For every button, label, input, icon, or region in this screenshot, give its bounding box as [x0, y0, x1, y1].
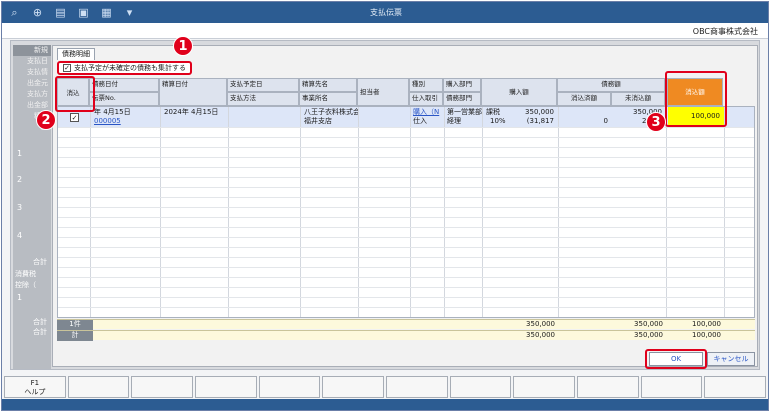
row-seisan-saki: 八王子衣料株式会 — [304, 108, 358, 116]
header-tantou: 担当者 — [357, 78, 409, 106]
bg-item: 出金元 — [27, 79, 48, 87]
function-key[interactable] — [577, 376, 639, 398]
header-jigyousho: 事業所名 — [299, 92, 357, 106]
bg-label: 消費税 — [15, 270, 36, 278]
bg-number: 3 — [17, 203, 23, 212]
callout-3: 3 — [646, 112, 666, 132]
footer-kounyu-gaku-total: 350,000 — [526, 331, 555, 339]
header-shiharai-houhou: 支払方法 — [227, 92, 299, 106]
function-key[interactable] — [704, 376, 767, 398]
footer-count-label: 1件 — [57, 320, 93, 330]
row-denpyo-no-link[interactable]: 000005 — [92, 117, 123, 126]
footer-saimu-gaku-total: 350,000 — [634, 331, 663, 339]
bg-number: 1 — [17, 293, 23, 302]
row-tax-rate: 10% — [490, 117, 506, 125]
row-tax-amount: (31,817 — [526, 117, 554, 125]
row-seisan-date: 2024年 4月15日 — [164, 108, 219, 116]
function-key[interactable] — [322, 376, 385, 398]
callout-1: 1 — [173, 36, 193, 56]
include-unconfirmed-label: 支払予定が未確定の債務も集計する — [74, 64, 186, 72]
status-bar — [2, 399, 768, 410]
header-saimu-gaku: 債務額 — [557, 78, 665, 92]
row-saimu-bumon: 経理 — [447, 117, 461, 125]
footer-count-row: 1件 350,000 350,000 100,000 — [57, 319, 755, 330]
function-key-bar: F1 ヘルプ — [2, 376, 768, 398]
callout-2: 2 — [36, 110, 56, 130]
row-keshikomi-zumi: 0 — [603, 117, 608, 125]
bg-number: 1 — [17, 149, 23, 158]
company-name: OBC商事株式会社 — [692, 27, 758, 36]
main-content: 新規 支払日 支払情 出金元 支払方 出金部 精算 摘 1 2 3 4 1 合計… — [10, 40, 760, 370]
function-key[interactable] — [513, 376, 576, 398]
bg-label: 控除（ — [15, 281, 36, 289]
function-key[interactable] — [195, 376, 257, 398]
bg-item: 支払情 — [27, 68, 48, 76]
header-seisan-date: 精算日付 — [159, 78, 227, 106]
function-key[interactable] — [258, 376, 321, 398]
footer-total-label: 計 — [57, 331, 93, 341]
footer-total-row: 計 350,000 350,000 100,000 — [57, 330, 755, 341]
ok-highlight-box — [645, 349, 707, 369]
bg-item: 支払方 — [27, 90, 48, 98]
header-shubetsu: 種別 — [409, 78, 443, 92]
header-saimu-date: 債務日付 — [89, 78, 159, 92]
tab-debt-detail[interactable]: 債務明細 — [57, 48, 95, 60]
cancel-button[interactable]: キャンセル — [707, 352, 755, 366]
function-key[interactable] — [67, 376, 130, 398]
bg-number: 4 — [17, 231, 23, 240]
bg-label: 合計 — [33, 328, 47, 336]
header-keshikomi-zumi: 消込済額 — [557, 92, 611, 106]
debt-table-body: ✓ 年 4月15日 000005 2024年 4月15日 八王子衣料株式会 福井… — [57, 106, 755, 318]
bg-item: 新規 — [13, 45, 51, 56]
keshikomi-gaku-highlight-box — [665, 71, 727, 127]
app-window: ⌕ ⊕ ▤ ▣ ▦ ▾ 支払伝票 OBC商事株式会社 新規 支払日 支払情 出金… — [1, 1, 769, 411]
bg-label: 合計 — [33, 318, 47, 326]
title-bar: ⌕ ⊕ ▤ ▣ ▦ ▾ 支払伝票 — [2, 2, 768, 23]
keshikomi-highlight-box — [55, 76, 95, 112]
footer-kounyu-gaku: 350,000 — [526, 320, 555, 328]
header-kounyu-bumon: 購入部門 — [443, 78, 481, 92]
row-shiire: 仕入 — [413, 117, 427, 125]
row-keshikomi-checkbox[interactable]: ✓ — [70, 113, 79, 122]
background-panel: 新規 支払日 支払情 出金元 支払方 出金部 精算 摘 1 2 3 4 1 合計… — [13, 45, 51, 369]
include-unconfirmed-option[interactable]: ✓ 支払予定が未確定の債務も集計する — [57, 61, 192, 75]
bg-label: 合計 — [33, 258, 47, 266]
header-mi-keshikomi: 未消込額 — [611, 92, 665, 106]
header-seisan-saki: 精算先名 — [299, 78, 357, 92]
row-saimu-date: 年 4月15日 — [94, 108, 131, 116]
row-kounyu-bumon: 第一営業部 — [447, 108, 482, 116]
bg-item: 支払日 — [27, 57, 48, 65]
footer-keshikomi-gaku-total: 100,000 — [692, 331, 721, 339]
function-key[interactable] — [449, 376, 512, 398]
function-key[interactable] — [640, 376, 703, 398]
row-tax-kind: 課税 — [486, 108, 500, 116]
header-saimu-bumon: 債務部門 — [443, 92, 481, 106]
header-shiharai-yotei: 支払予定日 — [227, 78, 299, 92]
row-shubetsu-link[interactable]: 購入（N — [411, 108, 444, 117]
company-bar: OBC商事株式会社 — [2, 23, 768, 39]
window-title: 支払伝票 — [370, 8, 402, 17]
debt-table-header: 消込 債務日付 伝票No. 精算日付 支払予定日 支払方法 精算先名 事業所名 … — [57, 78, 755, 106]
footer-keshikomi-gaku: 100,000 — [692, 320, 721, 328]
bg-number: 2 — [17, 175, 23, 184]
header-kounyu-gaku: 購入額 — [481, 78, 557, 106]
row-jigyousho: 福井支店 — [304, 117, 332, 125]
row-kounyu-gaku: 350,000 — [525, 108, 554, 116]
debt-detail-dialog: 債務明細 ✓ 支払予定が未確定の債務も集計する 消込 債務日付 伝票No. 精算… — [52, 45, 758, 369]
f1-help-key[interactable]: F1 ヘルプ — [4, 376, 66, 398]
header-denpyo-no: 伝票No. — [89, 92, 159, 106]
function-key[interactable] — [386, 376, 448, 398]
function-key[interactable] — [131, 376, 194, 398]
include-unconfirmed-checkbox[interactable]: ✓ — [63, 64, 71, 72]
header-shiire-torihiki: 仕入取引 — [409, 92, 443, 106]
footer-saimu-gaku: 350,000 — [634, 320, 663, 328]
